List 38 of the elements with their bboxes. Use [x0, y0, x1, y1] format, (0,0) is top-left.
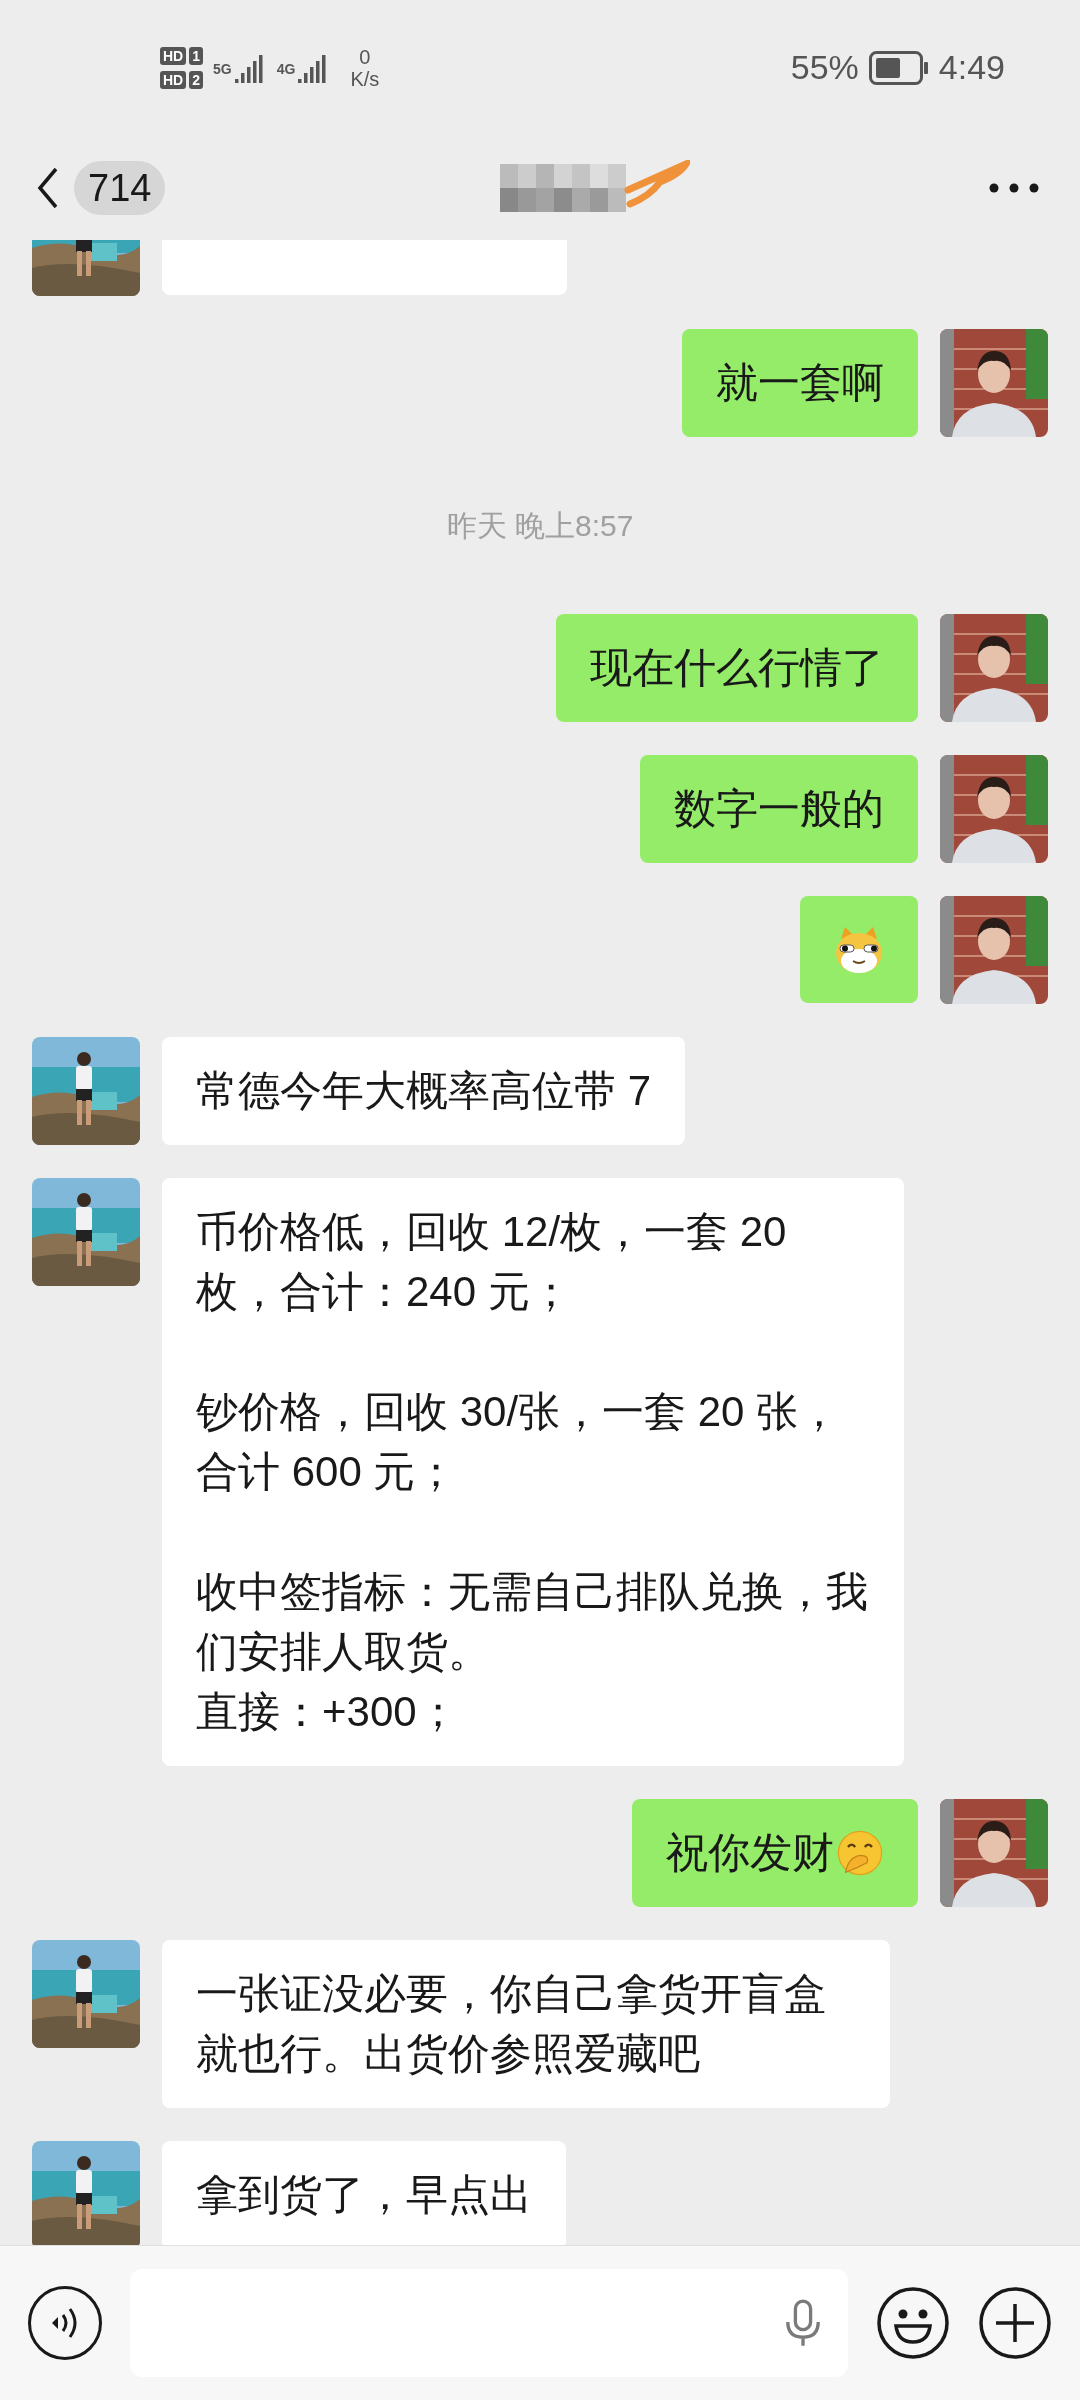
message-text: 祝你发财 [666, 1828, 834, 1878]
network-type: 4G [276, 59, 296, 79]
sim-slot: 1 [189, 46, 204, 65]
sim-slot: 2 [189, 70, 204, 89]
cat-sticker-icon [833, 924, 885, 975]
message-text: 钞价格，回收 30/张，一套 20 张，合计 600 元； [196, 1387, 842, 1497]
back-button[interactable] [36, 165, 60, 210]
clock: 4:49 [938, 47, 1005, 88]
timestamp: 昨天 晚上8:57 [446, 508, 634, 544]
message-input-field[interactable] [130, 2269, 848, 2377]
message-bubble: 数字一般的 [640, 755, 918, 863]
giggle-emoji-icon [836, 1829, 884, 1877]
more-icon [989, 182, 1039, 193]
emoji-icon [876, 2286, 950, 2360]
voice-button[interactable] [28, 2286, 102, 2360]
back-icon [36, 165, 60, 210]
message-bubble: 常德今年大概率高位带 7 [162, 1037, 686, 1145]
battery-icon [868, 50, 929, 85]
sim-badge: HD [160, 46, 187, 65]
message-text: 币价格低，回收 12/枚，一套 20 枚，合计：240 元； [196, 1207, 788, 1317]
message-bubble: 就一套啊 [682, 329, 918, 437]
plus-icon [978, 2286, 1052, 2360]
network-speed: 0 [359, 45, 371, 68]
signal-icon [234, 52, 265, 83]
sim-badge: HD [160, 70, 187, 89]
message-text: 收中签指标：无需自己排队兑换，我们安排人取货。 [196, 1567, 869, 1677]
network-type: 5G [213, 59, 232, 79]
speed-unit: K/s [350, 67, 380, 90]
emoji-button[interactable] [876, 2286, 950, 2360]
message-bubble: 一张证没必要，你自己拿货开盲盒就也行。出货价参照爱藏吧 [162, 1940, 890, 2108]
microphone-icon [784, 2299, 822, 2347]
add-button[interactable] [978, 2286, 1052, 2360]
unread-count-badge: 714 [74, 160, 166, 215]
message-bubble: 现在什么行情了 [556, 614, 918, 722]
message-bubble: 拿到货了，早点出 [162, 2141, 566, 2245]
message-text: 直接：+300； [196, 1687, 460, 1737]
signal-icon [298, 52, 329, 83]
battery-percent: 55% [790, 47, 859, 88]
